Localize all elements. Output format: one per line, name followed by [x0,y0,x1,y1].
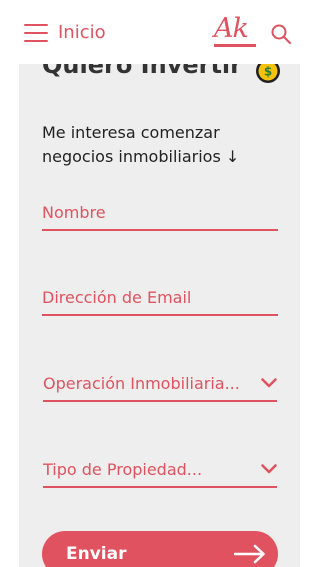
operation-select-value: Operación Inmobiliaria... [43,374,240,393]
hamburger-menu-icon[interactable] [24,24,48,42]
name-field[interactable]: Nombre [42,197,278,231]
chevron-down-icon [261,464,277,474]
name-placeholder: Nombre [42,203,106,222]
chevron-down-icon [261,378,277,388]
email-placeholder: Dirección de Email [42,288,192,307]
property-type-select[interactable]: Tipo de Propiedad... [43,454,277,488]
arrow-right-icon [234,544,265,564]
svg-text:$: $ [264,65,272,79]
logo-underline [214,44,256,47]
nav-home-link[interactable]: Inicio [58,21,106,45]
search-icon[interactable] [270,23,292,45]
site-logo[interactable]: Ak [214,14,256,48]
invest-form-card: Quiero Invertir $ Me interesa comenzar n… [19,52,300,567]
site-header: Inicio Ak [0,0,319,64]
submit-label: Enviar [66,544,127,564]
card-description: Me interesa comenzar negocios inmobiliar… [42,123,240,166]
operation-select[interactable]: Operación Inmobiliaria... [43,368,277,402]
submit-button[interactable]: Enviar [42,531,278,567]
property-select-value: Tipo de Propiedad... [43,460,203,479]
page: Inicio Ak Quiero Invertir $ Me interesa … [0,0,319,567]
email-field[interactable]: Dirección de Email [42,282,278,316]
logo-text: Ak [214,13,249,44]
